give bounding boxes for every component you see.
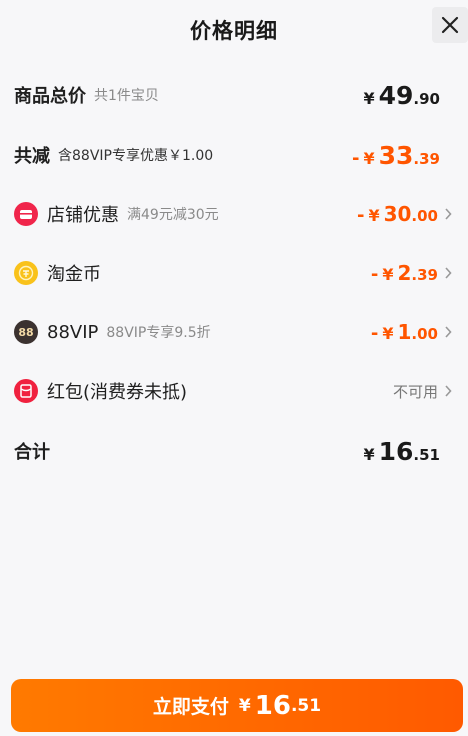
currency-symbol: ¥ — [363, 88, 375, 108]
page-title: 价格明细 — [190, 19, 278, 43]
close-button[interactable] — [432, 7, 468, 43]
price-decimal: .00 — [411, 207, 438, 225]
shop-icon — [14, 202, 38, 226]
discount-row-shop[interactable]: 店铺优惠 满49元减30元 - ¥ 30 .00 — [0, 194, 468, 234]
price-integer: 30 — [383, 202, 412, 226]
subtotal-row: 商品总价 共1件宝贝 ¥ 49 .90 — [0, 75, 468, 115]
price-integer: 33 — [378, 140, 414, 170]
discount-price: - ¥ 30 .00 — [357, 202, 438, 226]
reduction-note: 含88VIP专享优惠￥1.00 — [58, 148, 214, 164]
discount-row-red-packet[interactable]: 红包(消费券未抵) 不可用 — [0, 371, 468, 411]
discount-label: 88VIP — [47, 321, 99, 343]
pay-now-button[interactable]: 立即支付 ¥ 16 .51 — [11, 679, 463, 732]
total-row: 合计 ¥ 16 .51 — [0, 431, 468, 471]
price-decimal: .39 — [411, 266, 438, 284]
discount-price: - ¥ 1 .00 — [371, 320, 438, 344]
price-integer: 1 — [397, 320, 412, 344]
subtotal-price: ¥ 49 .90 — [363, 81, 440, 110]
discount-row-vip[interactable]: 88 88VIP 88VIP专享9.5折 - ¥ 1 .00 — [0, 312, 468, 352]
price-decimal: .51 — [290, 695, 322, 716]
chevron-right-icon — [444, 384, 454, 398]
currency-symbol: ¥ — [368, 206, 380, 225]
price-integer: 2 — [397, 261, 412, 285]
currency-symbol: ¥ — [363, 444, 375, 464]
price-integer: 16 — [378, 436, 414, 466]
discount-note: 满49元减30元 — [127, 207, 219, 223]
discount-row-coin[interactable]: 淘金币 - ¥ 2 .39 — [0, 253, 468, 293]
reduction-price: - ¥ 33 .39 — [352, 141, 440, 170]
chevron-right-icon — [444, 266, 454, 280]
discount-label: 店铺优惠 — [47, 205, 119, 226]
vip-88-icon: 88 — [14, 320, 38, 344]
price-decimal: .51 — [413, 445, 440, 464]
status-unavailable: 不可用 — [392, 382, 438, 401]
item-count: 共1件宝贝 — [94, 88, 159, 104]
close-icon — [441, 16, 459, 34]
subtotal-label: 商品总价 — [14, 86, 86, 107]
discount-label: 红包(消费券未抵) — [47, 382, 188, 403]
price-integer: 16 — [254, 690, 291, 721]
discount-label: 淘金币 — [47, 264, 101, 285]
currency-symbol: ¥ — [382, 324, 394, 343]
chevron-right-icon — [444, 207, 454, 221]
currency-symbol: ¥ — [238, 695, 251, 716]
reduction-row: 共减 含88VIP专享优惠￥1.00 - ¥ 33 .39 — [0, 135, 468, 175]
currency-symbol: ¥ — [382, 265, 394, 284]
total-price: ¥ 16 .51 — [363, 437, 440, 466]
minus-sign: - — [356, 205, 365, 226]
price-decimal: .00 — [411, 325, 438, 343]
price-decimal: .39 — [413, 149, 440, 168]
gold-coin-icon — [14, 261, 38, 285]
minus-sign: - — [352, 147, 360, 169]
total-label: 合计 — [14, 442, 50, 463]
discount-price: - ¥ 2 .39 — [371, 261, 438, 285]
header: 价格明细 — [0, 0, 468, 60]
currency-symbol: ¥ — [363, 148, 375, 168]
chevron-right-icon — [444, 325, 454, 339]
price-integer: 49 — [378, 80, 414, 110]
red-packet-icon — [14, 379, 38, 403]
minus-sign: - — [370, 264, 379, 285]
price-decimal: .90 — [413, 89, 440, 108]
pay-button-label: 立即支付 — [152, 696, 229, 718]
reduction-label: 共减 — [14, 146, 50, 167]
discount-note: 88VIP专享9.5折 — [106, 325, 211, 341]
minus-sign: - — [370, 323, 379, 344]
